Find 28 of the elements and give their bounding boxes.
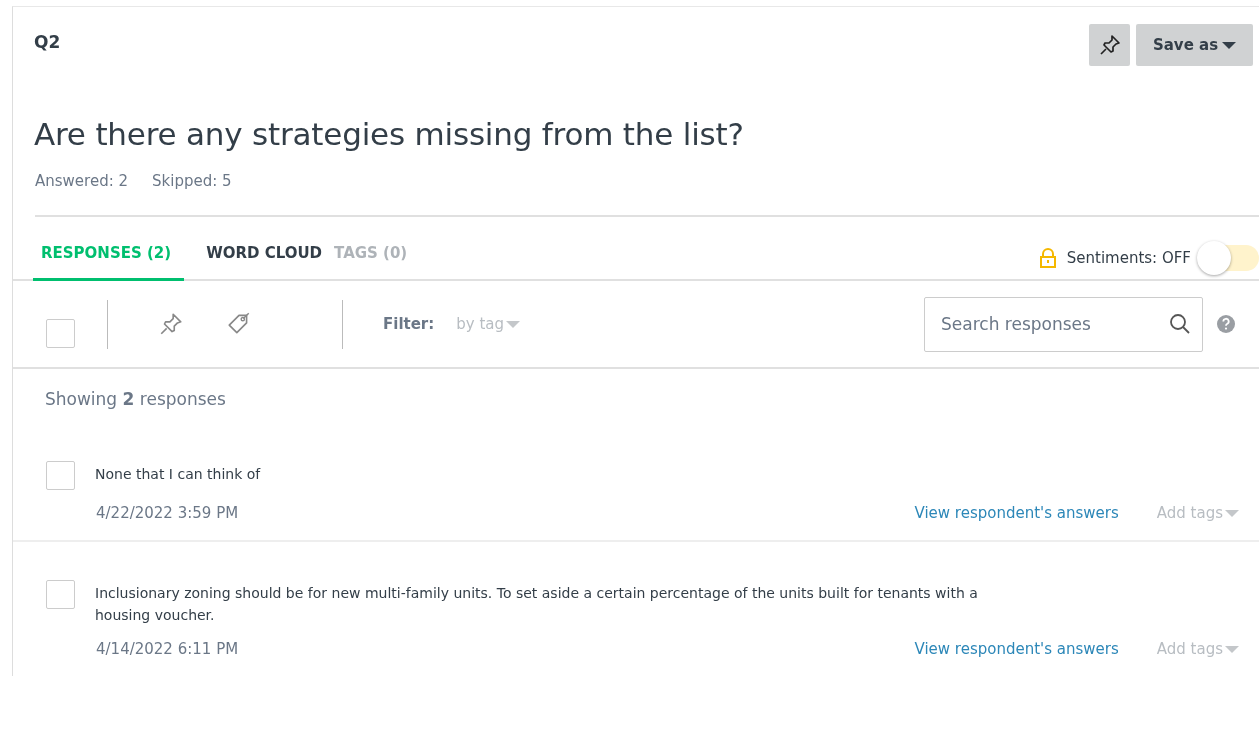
filter-dropdown[interactable]: by tag	[456, 315, 521, 333]
response-date: 4/22/2022 3:59 PM	[96, 504, 240, 522]
response-checkbox[interactable]	[46, 461, 75, 490]
response-date: 4/14/2022 6:11 PM	[96, 640, 240, 658]
view-answers-link[interactable]: View respondent's answers	[914, 640, 1119, 658]
pin-button[interactable]	[1089, 24, 1130, 66]
search-field[interactable]: Search responses	[924, 296, 1203, 352]
view-answers-link[interactable]: View respondent's answers	[914, 504, 1119, 522]
response-text: None that I can think of	[95, 465, 262, 484]
pushpin-icon[interactable]	[158, 311, 184, 337]
showing-count: Showing 2 responses	[45, 389, 227, 411]
lock-icon	[1038, 248, 1057, 268]
add-tags-dropdown[interactable]: Add tags	[1156, 640, 1239, 658]
response-text: Inclusionary zoning should be for new multi-family units. To set aside a certain percentage of the units built for tenants with a housing voucher.	[95, 584, 979, 625]
help-icon[interactable]	[1216, 314, 1236, 334]
question-title: Are there any strategies missing from the list?	[34, 116, 745, 152]
save-as-button[interactable]: Save as	[1136, 24, 1253, 66]
search-icon	[1169, 312, 1191, 335]
answered-count: Answered: 2	[35, 172, 129, 192]
tab[interactable]: RESPONSES (2)	[33, 244, 185, 281]
skipped-count: Skipped: 5	[152, 172, 232, 192]
response-checkbox[interactable]	[46, 580, 75, 609]
tab[interactable]: WORD CLOUD	[198, 244, 331, 281]
select-all-checkbox[interactable]	[46, 318, 75, 348]
add-tags-dropdown[interactable]: Add tags	[1156, 504, 1239, 522]
sentiments-label: Sentiments: OFF	[1066, 249, 1191, 267]
filter-label: Filter:	[383, 315, 435, 333]
question-number: Q2	[34, 31, 61, 52]
